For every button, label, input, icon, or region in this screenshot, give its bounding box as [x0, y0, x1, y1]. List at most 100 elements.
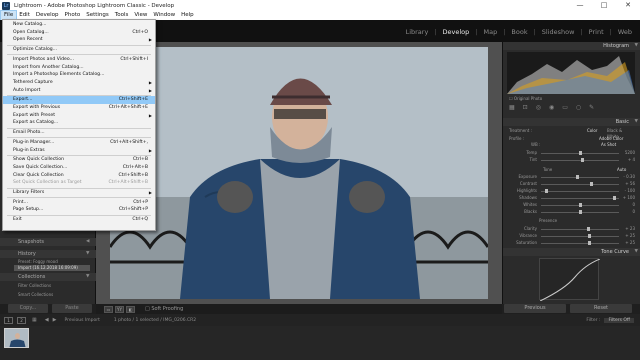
- slider-knob[interactable]: [588, 241, 592, 245]
- forward-arrow-icon[interactable]: ▶: [53, 317, 57, 323]
- slider-knob[interactable]: [580, 158, 584, 162]
- slider-knob[interactable]: [544, 189, 548, 193]
- menu-item-open-recent[interactable]: Open Recent ▶: [3, 36, 155, 44]
- photo-preview[interactable]: [110, 47, 488, 299]
- page-2-icon[interactable]: 2: [17, 316, 26, 324]
- slider-whites[interactable]: Whites 0: [509, 202, 635, 208]
- slider-temp[interactable]: Temp 5200: [509, 150, 635, 156]
- crop-tool-icon[interactable]: ⊡: [523, 104, 528, 112]
- module-web[interactable]: Web: [618, 28, 632, 36]
- menu-item-page-setup[interactable]: Page Setup... Ctrl+Shift+P: [3, 206, 155, 214]
- slider-knob[interactable]: [588, 234, 592, 238]
- slider-track[interactable]: [541, 236, 619, 237]
- slider-track[interactable]: [541, 229, 619, 230]
- slider-track[interactable]: [541, 198, 619, 199]
- before-after-split-icon[interactable]: ◧: [126, 305, 135, 313]
- soft-proofing-label[interactable]: □ Soft Proofing: [145, 306, 183, 312]
- module-slideshow[interactable]: Slideshow: [542, 28, 575, 36]
- slider-vibrance[interactable]: Vibrance + 25: [509, 233, 635, 239]
- slider-track[interactable]: [541, 177, 619, 178]
- page-1-icon[interactable]: 1: [4, 316, 13, 324]
- back-arrow-icon[interactable]: ◀: [45, 317, 49, 323]
- grid-view-icon[interactable]: ▦: [32, 317, 37, 323]
- grid-tool-icon[interactable]: ▦: [509, 104, 515, 112]
- slider-knob[interactable]: [579, 210, 582, 214]
- before-after-icon[interactable]: YY: [115, 305, 124, 313]
- menu-item-email-photo[interactable]: Email Photo...: [3, 129, 155, 137]
- original-photo-toggle[interactable]: ☐ Original Photo: [509, 96, 542, 101]
- slider-saturation[interactable]: Saturation + 25: [509, 240, 635, 246]
- history-panel-header[interactable]: History ▼: [0, 250, 96, 258]
- slider-track[interactable]: [541, 243, 619, 244]
- slider-value[interactable]: 0: [621, 202, 635, 208]
- slider-knob[interactable]: [589, 182, 593, 186]
- history-item[interactable]: Import (16.12.2018 16:09:09): [14, 265, 90, 271]
- slider-value[interactable]: - 100: [621, 188, 635, 194]
- menu-item-optimize-catalog[interactable]: Optimize Catalog...: [3, 46, 155, 54]
- slider-highlights[interactable]: Highlights - 100: [509, 188, 635, 194]
- slider-value[interactable]: + 4: [621, 157, 635, 163]
- tone-curve-graph[interactable]: [539, 258, 601, 302]
- slider-tint[interactable]: Tint + 4: [509, 157, 635, 163]
- red-eye-icon[interactable]: ◉: [549, 104, 554, 112]
- source-label[interactable]: Previous Import: [64, 318, 99, 323]
- histogram-panel-header[interactable]: Histogram ▼: [503, 42, 640, 50]
- minimize-button[interactable]: —: [568, 0, 592, 11]
- close-button[interactable]: ✕: [616, 0, 640, 11]
- tone-curve-panel-header[interactable]: Tone Curve ▼: [503, 248, 640, 256]
- slider-shadows[interactable]: Shadows + 100: [509, 195, 635, 201]
- module-book[interactable]: Book: [511, 28, 527, 36]
- slider-value[interactable]: + 23: [621, 226, 635, 232]
- module-map[interactable]: Map: [483, 28, 497, 36]
- treatment-color-option[interactable]: Color: [587, 128, 597, 134]
- module-develop[interactable]: Develop: [443, 28, 470, 36]
- module-print[interactable]: Print: [589, 28, 604, 36]
- adjustment-brush-icon[interactable]: ✎: [589, 104, 594, 112]
- slider-value[interactable]: + 100: [621, 195, 635, 201]
- loupe-view-icon[interactable]: ▭: [104, 305, 113, 313]
- slider-contrast[interactable]: Contrast + 56: [509, 181, 635, 187]
- slider-track[interactable]: [541, 184, 619, 185]
- maximize-button[interactable]: □: [592, 0, 616, 11]
- menu-item-library-filters[interactable]: Library Filters ▶: [3, 189, 155, 197]
- wb-select[interactable]: As Shot: [601, 142, 616, 148]
- graduated-filter-icon[interactable]: ▭: [562, 104, 568, 112]
- filmstrip-thumbnail[interactable]: [4, 328, 29, 348]
- snapshots-panel-header[interactable]: Snapshots ◀: [0, 238, 96, 246]
- reset-button[interactable]: Reset: [570, 304, 632, 313]
- slider-value[interactable]: - 0.30: [621, 174, 635, 180]
- collapse-triangle-icon[interactable]: ▼: [635, 42, 638, 50]
- slider-knob[interactable]: [575, 175, 579, 179]
- menu-help[interactable]: Help: [178, 11, 197, 20]
- slider-track[interactable]: [541, 191, 619, 192]
- collapse-triangle-icon[interactable]: ▼: [86, 273, 89, 281]
- menu-item-auto-import[interactable]: Auto Import ▶: [3, 87, 155, 95]
- slider-value[interactable]: + 25: [621, 240, 635, 246]
- slider-value[interactable]: 5200: [621, 150, 635, 156]
- slider-value[interactable]: + 56: [621, 181, 635, 187]
- module-library[interactable]: Library: [406, 28, 429, 36]
- paste-settings-button[interactable]: Paste: [52, 304, 92, 313]
- collapse-triangle-icon[interactable]: ▼: [86, 250, 89, 258]
- slider-knob[interactable]: [579, 151, 582, 155]
- menu-item-export-as-catalog[interactable]: Export as Catalog...: [3, 119, 155, 127]
- radial-filter-icon[interactable]: ○: [576, 104, 581, 112]
- collection-item[interactable]: Smart Collections: [14, 292, 90, 298]
- spot-removal-icon[interactable]: ◎: [536, 104, 541, 112]
- slider-knob[interactable]: [613, 196, 617, 200]
- menu-item-plug-in-extras[interactable]: Plug-in Extras ▶: [3, 147, 155, 155]
- copy-settings-button[interactable]: Copy...: [8, 304, 48, 313]
- basic-panel-header[interactable]: Basic ▼: [503, 118, 640, 126]
- collection-item[interactable]: Filter Collections: [14, 283, 90, 289]
- previous-button[interactable]: Previous: [504, 304, 566, 313]
- slider-knob[interactable]: [586, 227, 590, 231]
- slider-knob[interactable]: [579, 203, 582, 207]
- menu-item-exit[interactable]: Exit Ctrl+Q: [3, 216, 155, 224]
- slider-exposure[interactable]: Exposure - 0.30: [509, 174, 635, 180]
- collapse-triangle-icon[interactable]: ▼: [635, 118, 638, 126]
- tone-auto-button[interactable]: Auto: [617, 167, 626, 173]
- collapse-triangle-icon[interactable]: ◀: [86, 238, 89, 246]
- slider-blacks[interactable]: Blacks 0: [509, 209, 635, 215]
- collapse-triangle-icon[interactable]: ▼: [635, 248, 638, 256]
- collections-panel-header[interactable]: Collections ▼: [0, 273, 96, 281]
